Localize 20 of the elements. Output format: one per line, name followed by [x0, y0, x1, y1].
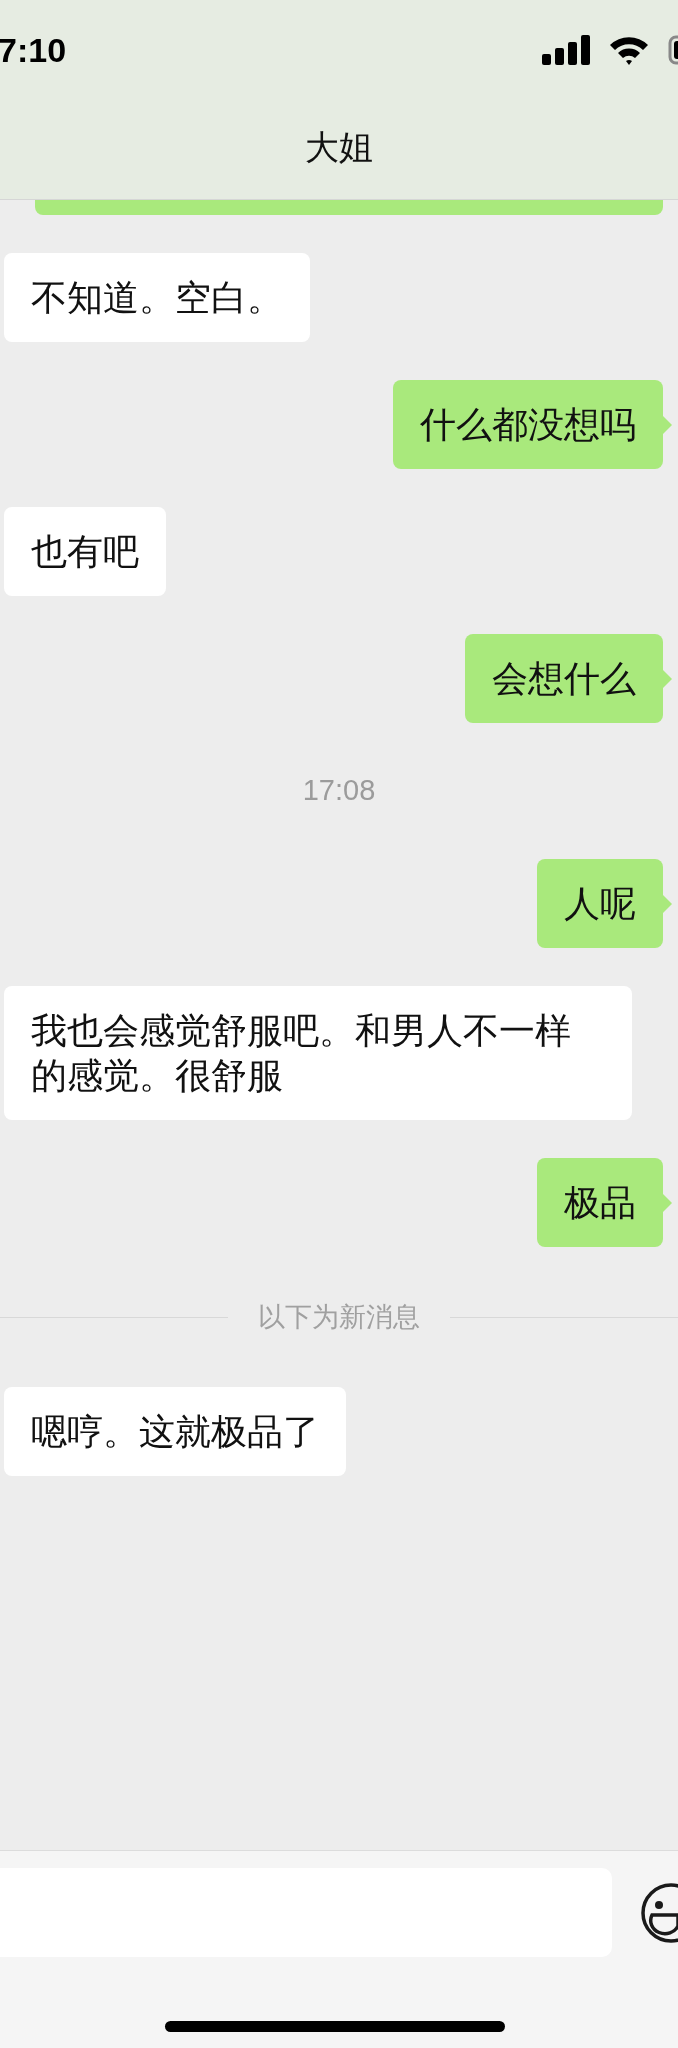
emoji-icon[interactable] [640, 1882, 678, 1944]
bubble-tail-icon [663, 1194, 672, 1212]
status-time: 7:10 [0, 29, 67, 71]
bubble-tail-icon [663, 416, 672, 434]
message-bubble: 不知道。空白。 [4, 253, 310, 342]
message-bubble: 也有吧 [4, 507, 166, 596]
message-bubble: 人呢 [537, 859, 663, 948]
bubble-tail-icon [663, 670, 672, 688]
battery-icon [668, 35, 678, 65]
message-bubble: 嗯哼。这就极品了 [4, 1387, 346, 1476]
message-bubble: 什么都没想吗 [393, 380, 663, 469]
chat-title: 大姐 [305, 126, 373, 168]
message-bubble: 我也会感觉舒服吧。和男人不一样的感觉。很舒服 [4, 986, 632, 1120]
wifi-icon [608, 35, 650, 65]
new-messages-divider: 以下为新消息 [257, 1300, 421, 1334]
timestamp: 17:08 [302, 773, 376, 809]
message-bubble: 会想什么 [465, 634, 663, 723]
signal-icon [542, 35, 590, 65]
message-bubble: 极品 [537, 1158, 663, 1247]
bubble-tail-icon [663, 895, 672, 913]
